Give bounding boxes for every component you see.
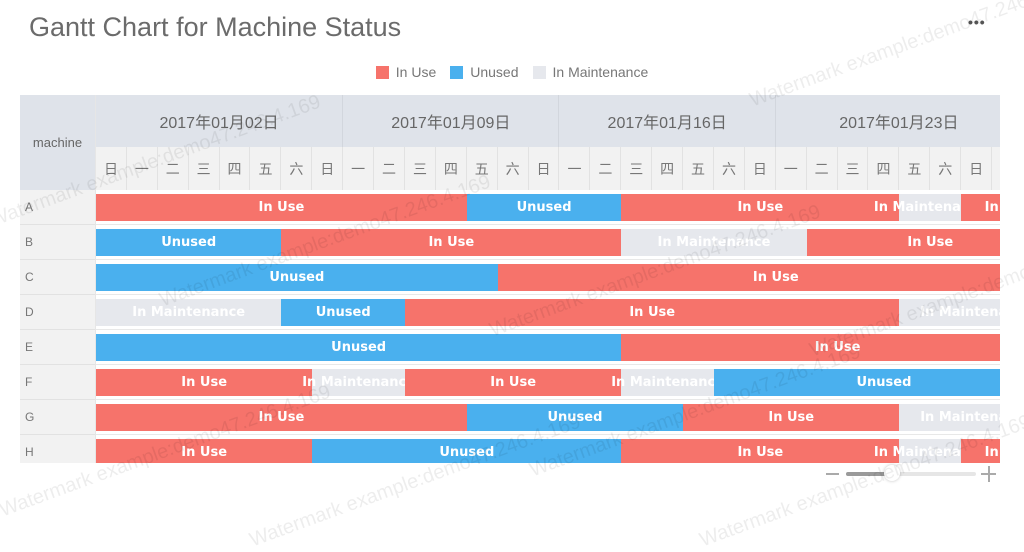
row-header: machine — [20, 95, 96, 190]
legend-label: In Use — [395, 64, 437, 80]
day-header: 日 — [961, 147, 993, 190]
gantt-bar-in-maintenance[interactable]: In Maintenance — [899, 404, 1000, 431]
machine-label: H — [20, 435, 95, 463]
day-header: 五 — [251, 147, 282, 190]
gantt-bar-unused[interactable]: Unused — [466, 404, 684, 431]
gantt-bar-in-maintenance[interactable]: In Maintenance — [302, 369, 415, 396]
day-header: 六 — [714, 147, 745, 190]
day-header: 四 — [220, 147, 251, 190]
day-header: 二 — [590, 147, 622, 190]
legend-item-in-use[interactable]: In Use — [375, 64, 437, 80]
gantt-bar-unused[interactable]: Unused — [96, 229, 282, 256]
day-header: 三 — [838, 147, 869, 190]
day-header: 一 — [343, 147, 375, 190]
legend: In Use Unused In Maintenance — [0, 64, 1024, 80]
gantt-bar-in-maintenance[interactable]: In Maintenance — [874, 194, 987, 221]
machine-label: B — [20, 225, 95, 260]
day-header: 日 — [529, 147, 560, 190]
gantt-bar-in-maintenance[interactable]: In Maintenance — [611, 369, 724, 396]
zoom-slider[interactable] — [846, 465, 976, 481]
gantt-bar-in-use[interactable]: In Use — [405, 299, 900, 326]
gantt-grid: machine 2017年01月02日 2017年01月09日 2017年01月16… — [20, 95, 1000, 463]
gantt-bar-in-maintenance[interactable]: In Maintenance — [899, 299, 1000, 326]
machine-label: G — [20, 400, 95, 435]
day-header: 五 — [467, 147, 498, 190]
day-header: 四 — [652, 147, 684, 190]
legend-swatch — [375, 65, 389, 79]
chart-title: Gantt Chart for Machine Status — [29, 12, 402, 42]
legend-swatch — [450, 65, 464, 79]
day-header: 二 — [807, 147, 838, 190]
day-header: 二 — [374, 147, 405, 190]
zoom-out-icon[interactable] — [826, 463, 840, 485]
machine-label: A — [20, 190, 95, 225]
zoom-control — [826, 463, 996, 485]
legend-label: Unused — [470, 64, 519, 80]
gantt-bar-in-use[interactable]: In Use — [621, 194, 900, 221]
gantt-bar-in-use[interactable]: In Use — [806, 229, 1000, 256]
gantt-bar-unused[interactable]: Unused — [96, 334, 622, 361]
week-header: 2017年01月02日 — [96, 95, 344, 147]
gantt-bar-in-use[interactable]: In Use — [281, 229, 622, 256]
gantt-bar-in-use[interactable]: In Use — [683, 404, 900, 431]
day-header: 一 — [560, 147, 591, 190]
day-header: 四 — [436, 147, 467, 190]
gantt-bar-in-maintenance[interactable]: In Maintenance — [96, 299, 282, 326]
day-header: 一 — [127, 147, 158, 190]
day-header: 五 — [899, 147, 931, 190]
day-header: 六 — [930, 147, 962, 190]
gantt-bar-in-use[interactable]: In Use — [96, 439, 313, 463]
gantt-bar-in-use[interactable]: In Use — [961, 194, 1000, 221]
day-header: 四 — [869, 147, 900, 190]
gantt-bar-in-use[interactable]: In Use — [621, 439, 900, 463]
gantt-bar-unused[interactable]: Unused — [466, 194, 622, 221]
day-header: 二 — [158, 147, 189, 190]
legend-item-unused[interactable]: Unused — [450, 64, 519, 80]
day-header: 六 — [281, 147, 313, 190]
gantt-bar-in-use[interactable]: In Use — [96, 404, 467, 431]
gantt-bar-in-use[interactable]: In Use — [497, 264, 1000, 291]
machine-label: E — [20, 330, 95, 365]
week-header-row: 2017年01月02日 2017年01月09日 2017年01月16日 2017年01… — [96, 95, 1000, 147]
day-header: 一 — [776, 147, 807, 190]
legend-label: In Maintenance — [552, 64, 649, 80]
gantt-bar-unused[interactable]: Unused — [281, 299, 405, 326]
zoom-slider-handle[interactable] — [883, 465, 900, 481]
gantt-bar-in-use[interactable]: In Use — [96, 194, 467, 221]
week-header: 2017年01月23日 — [776, 95, 1000, 147]
day-header-row: 日一二三四五六日一二三四五六日一二三四五六日一二三四五六日 — [96, 147, 1000, 190]
gantt-bar-in-use[interactable]: In Use — [961, 439, 1000, 463]
gantt-bar-unused[interactable]: Unused — [312, 439, 622, 463]
more-options-icon[interactable]: ••• — [968, 14, 986, 30]
day-header: 三 — [405, 147, 436, 190]
gantt-bar-unused[interactable]: Unused — [96, 264, 498, 291]
gantt-bar-in-maintenance[interactable]: In Maintenance — [621, 229, 807, 256]
week-header: 2017年01月09日 — [343, 95, 560, 147]
day-header — [992, 147, 1000, 190]
gantt-bar-unused[interactable]: Unused — [714, 369, 1000, 396]
week-header: 2017年01月16日 — [560, 95, 776, 147]
day-header: 日 — [96, 147, 127, 190]
gantt-bar-in-use[interactable]: In Use — [96, 369, 313, 396]
zoom-in-icon[interactable] — [980, 463, 996, 485]
legend-swatch — [532, 65, 546, 79]
machine-label: D — [20, 295, 95, 330]
gantt-bar-in-use[interactable]: In Use — [621, 334, 1000, 361]
day-header: 六 — [498, 147, 529, 190]
gantt-bar-in-use[interactable]: In Use — [405, 369, 622, 396]
day-header: 三 — [621, 147, 653, 190]
legend-item-in-maintenance[interactable]: In Maintenance — [532, 64, 649, 80]
day-header: 日 — [745, 147, 776, 190]
machine-label: F — [20, 365, 95, 400]
day-header: 三 — [189, 147, 220, 190]
machine-label: C — [20, 260, 95, 295]
day-header: 日 — [312, 147, 344, 190]
day-header: 五 — [683, 147, 714, 190]
gantt-bar-in-maintenance[interactable]: In Maintenance — [874, 439, 987, 463]
